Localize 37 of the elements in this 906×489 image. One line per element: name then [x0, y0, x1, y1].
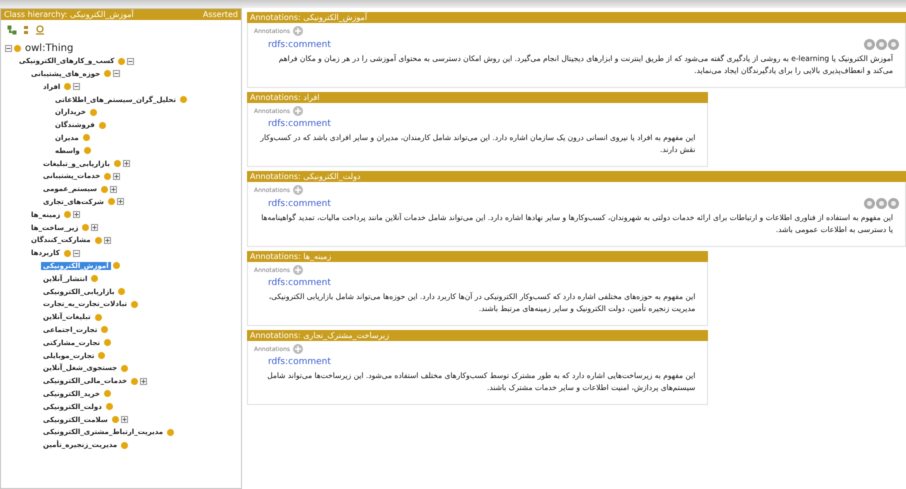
expand-icon[interactable]	[104, 236, 111, 244]
expand-icon[interactable]	[110, 186, 117, 193]
panel-title: Annotations: زمینه_ها	[250, 252, 332, 261]
class-icon	[64, 83, 72, 90]
expand-icon[interactable]	[113, 172, 120, 180]
collapse-icon[interactable]	[127, 58, 134, 65]
class-icon	[64, 211, 72, 218]
property-link[interactable]: rdfs:comment	[268, 119, 331, 129]
panel-title: Annotations: زیرساخت_مشترک_تجاری	[250, 331, 390, 340]
property-link[interactable]: rdfs:comment	[268, 278, 331, 288]
mode-label: Asserted	[202, 10, 238, 19]
expand-icon[interactable]	[73, 211, 80, 218]
panel-title: Annotations: افراد	[250, 93, 320, 102]
class-icon	[91, 275, 98, 282]
class-icon	[180, 96, 187, 104]
collapse-icon[interactable]	[73, 83, 80, 90]
collapse-icon[interactable]	[113, 70, 120, 78]
collapse-icon[interactable]	[5, 44, 12, 52]
property-link[interactable]: rdfs:comment	[268, 40, 331, 50]
expand-icon[interactable]	[140, 378, 148, 385]
class-icon	[14, 44, 21, 52]
add-subclass-icon[interactable]	[7, 25, 17, 35]
panel-title: Annotations: دولت_الکترونیکی	[250, 172, 360, 181]
class-icon	[167, 428, 174, 436]
expand-icon[interactable]	[116, 198, 124, 206]
expand-icon[interactable]	[91, 224, 98, 232]
class-icon	[112, 262, 120, 270]
property-link[interactable]: rdfs:comment	[268, 357, 331, 367]
expand-icon[interactable]	[122, 160, 130, 168]
property-link[interactable]: rdfs:comment	[268, 198, 331, 208]
expand-icon[interactable]	[120, 416, 128, 423]
panel-title: Annotations: آموزش_الکترونیکی	[250, 13, 368, 22]
class-icon	[121, 442, 128, 449]
collapse-icon[interactable]	[72, 250, 80, 257]
class-icon	[64, 250, 71, 257]
tree-item[interactable]: owl:Thing	[23, 42, 76, 54]
panel-title: Class hierarchy: آموزش_الکترونیکی	[4, 10, 134, 19]
